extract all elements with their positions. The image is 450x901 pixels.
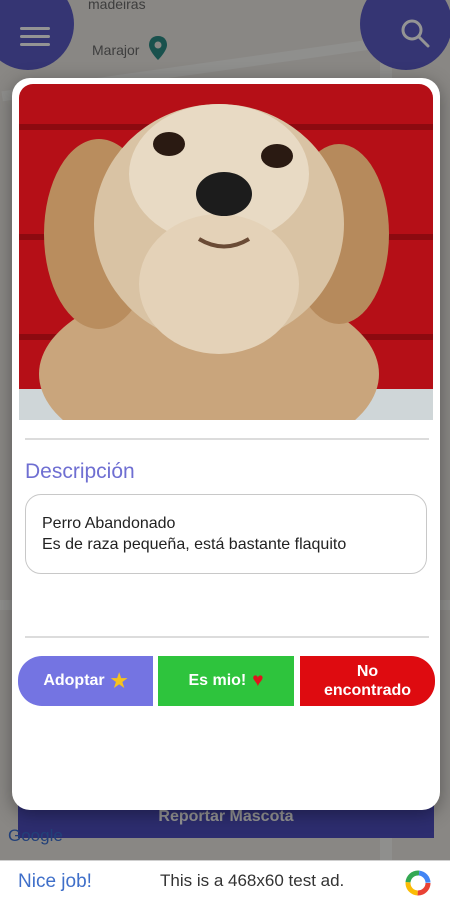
divider-top [25,438,429,440]
pet-detail-dialog: Descripción Perro Abandonado Es de raza … [12,78,440,810]
adopt-button-label: Adoptar [43,672,105,689]
description-title: Descripción [25,460,135,483]
description-box: Perro Abandonado Es de raza pequeña, est… [25,494,427,574]
not-found-line-2: encontrado [323,682,412,699]
ad-nice-label: Nice job! [18,871,92,892]
divider-bottom [25,636,429,638]
ad-text: This is a 468x60 test ad. [160,871,345,890]
not-found-line-1: No [356,663,379,680]
dog-image [19,84,433,420]
description-line-1: Perro Abandonado [42,515,176,532]
its-mine-button-label: Es mio! [188,672,247,689]
adopt-button[interactable]: Adoptar ★ [18,656,153,706]
star-icon: ★ [110,670,128,692]
its-mine-button[interactable]: Es mio! ♥ [158,656,294,706]
pet-photo [19,84,433,420]
ad-banner[interactable]: Nice job! This is a 468x60 test ad. [0,860,450,901]
description-line-2: Es de raza pequeña, está bastante flaqui… [42,536,347,553]
heart-icon: ♥ [252,670,264,691]
ad-logo-icon [405,870,431,896]
not-found-button[interactable]: No encontrado [300,656,435,706]
